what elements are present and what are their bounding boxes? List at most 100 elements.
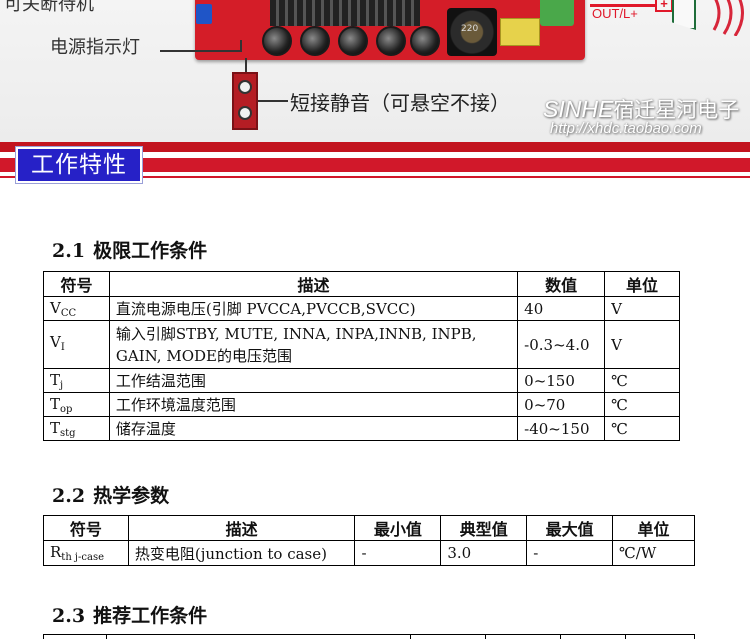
table-row: VI 输入引脚STBY, MUTE, INNA, INPA,INNB, INPB… bbox=[43, 320, 680, 369]
value-cell: -0.3~4.0 bbox=[517, 320, 606, 369]
output-terminal bbox=[540, 0, 574, 26]
unit-cell: ℃ bbox=[604, 392, 680, 417]
symbol-cell: Top bbox=[43, 392, 110, 417]
capacitor bbox=[300, 26, 330, 56]
column-header: 符号 bbox=[43, 515, 129, 541]
column-header: 典型值 bbox=[440, 515, 528, 541]
symbol: T bbox=[50, 394, 61, 413]
column-header: 单位 bbox=[604, 271, 680, 297]
section-heading: 2.2 热学参数 bbox=[52, 481, 169, 508]
value-cell: 0~150 bbox=[517, 368, 606, 393]
power-led-label: 电源指示灯 bbox=[50, 37, 140, 58]
symbol-subscript: th j-case bbox=[61, 552, 105, 563]
description-cell: 工作环境温度范围 bbox=[108, 392, 519, 417]
brand-logo-text: SINHE bbox=[543, 96, 614, 122]
plus-sign: + bbox=[655, 0, 673, 12]
product-photo: 220 可关断待机 电源指示灯 短接静音（可悬空不接） OUT/L+ + SIN… bbox=[0, 0, 750, 142]
symbol: R bbox=[50, 543, 62, 561]
recommended-table-top bbox=[43, 634, 695, 639]
brand-url: http://xhdc.taobao.com bbox=[550, 120, 702, 137]
table-divider bbox=[410, 634, 411, 639]
blue-potentiometer bbox=[196, 4, 212, 24]
brand-name: 宿迁星河电子 bbox=[613, 98, 740, 122]
section-heading: 2.3 推荐工作条件 bbox=[52, 601, 207, 628]
column-header: 描述 bbox=[108, 271, 519, 297]
symbol: T bbox=[50, 418, 61, 437]
description-cell: 直流电源电压(引脚 PVCCA,PVCCB,SVCC) bbox=[108, 296, 519, 321]
thermal-table: 符号 描述 最小值 典型值 最大值 单位 Rth j-case 热变电阻(jun… bbox=[43, 515, 695, 566]
table-divider bbox=[106, 634, 107, 639]
unit-cell: V bbox=[604, 320, 680, 369]
min-cell: - bbox=[354, 540, 442, 566]
capacitor bbox=[410, 26, 440, 56]
table-row: VCC 直流电源电压(引脚 PVCCA,PVCCB,SVCC) 40 V bbox=[43, 296, 680, 321]
description-cell: 工作结温范围 bbox=[108, 368, 519, 393]
value-cell: 40 bbox=[517, 296, 606, 321]
symbol-subscript: op bbox=[60, 403, 73, 415]
column-header: 符号 bbox=[43, 271, 110, 297]
table-row: Tj 工作结温范围 0~150 ℃ bbox=[43, 368, 680, 393]
section-title: 极限工作条件 bbox=[93, 240, 208, 262]
absolute-max-table: 符号 描述 数值 单位 VCC 直流电源电压(引脚 PVCCA,PVCCB,SV… bbox=[43, 271, 680, 441]
max-cell: - bbox=[526, 540, 614, 566]
capacitor bbox=[376, 26, 406, 56]
table-divider bbox=[560, 634, 561, 639]
description-cell: 热变电阻(junction to case) bbox=[127, 540, 356, 566]
capacitor bbox=[262, 26, 292, 56]
table-divider bbox=[625, 634, 626, 639]
description-cell: 输入引脚STBY, MUTE, INNA, INPA,INNB, INPB, G… bbox=[108, 320, 519, 369]
column-header: 数值 bbox=[517, 271, 606, 297]
section-heading: 2.1 极限工作条件 bbox=[52, 236, 207, 263]
table-divider bbox=[485, 634, 486, 639]
jumper-pin bbox=[238, 106, 252, 120]
symbol: T bbox=[50, 370, 61, 389]
sound-waves-icon bbox=[712, 0, 744, 36]
column-header: 最大值 bbox=[526, 515, 614, 541]
value-cell: -40~150 bbox=[517, 416, 606, 441]
led-leader-line bbox=[160, 50, 240, 52]
value-cell: 0~70 bbox=[517, 392, 606, 417]
mute-jumper bbox=[232, 72, 258, 130]
description-cell: 储存温度 bbox=[108, 416, 519, 441]
unit-cell: ℃/W bbox=[612, 540, 695, 566]
speaker-icon bbox=[672, 0, 696, 30]
symbol-subscript: I bbox=[60, 341, 65, 353]
symbol-cell: VCC bbox=[43, 296, 110, 321]
symbol-subscript: CC bbox=[60, 307, 77, 319]
section-number: 2.3 bbox=[52, 605, 86, 627]
table-row: Rth j-case 热变电阻(junction to case) - 3.0 … bbox=[43, 540, 695, 566]
typ-cell: 3.0 bbox=[440, 540, 528, 566]
unit-cell: ℃ bbox=[604, 368, 680, 393]
inductor: 220 bbox=[447, 8, 497, 56]
output-label: OUT/L+ bbox=[592, 6, 638, 21]
yellow-capacitor bbox=[500, 18, 540, 46]
section-title: 热学参数 bbox=[93, 485, 170, 507]
table-row: Tstg 储存温度 -40~150 ℃ bbox=[43, 416, 680, 441]
led-leader-line bbox=[240, 40, 242, 52]
symbol-cell: VI bbox=[43, 320, 110, 369]
table-row: Top 工作环境温度范围 0~70 ℃ bbox=[43, 392, 680, 417]
unit-cell: ℃ bbox=[604, 416, 680, 441]
unit-cell: V bbox=[604, 296, 680, 321]
symbol-subscript: stg bbox=[60, 427, 76, 439]
jumper-pin bbox=[238, 80, 252, 94]
mute-leader-line bbox=[258, 100, 288, 102]
table-header-row: 符号 描述 数值 单位 bbox=[43, 271, 680, 297]
symbol-subscript: j bbox=[60, 379, 64, 391]
symbol-cell: Tj bbox=[43, 368, 110, 393]
section-banner-title: 工作特性 bbox=[15, 146, 143, 184]
jumper-leader-line bbox=[245, 58, 247, 72]
capacitor bbox=[338, 26, 368, 56]
symbol-cell: Rth j-case bbox=[43, 540, 129, 566]
column-header: 单位 bbox=[612, 515, 695, 541]
inductor-marking: 220 bbox=[461, 24, 479, 34]
heatsink bbox=[270, 0, 420, 26]
column-header: 描述 bbox=[127, 515, 356, 541]
symbol: V bbox=[50, 332, 61, 351]
symbol-cell: Tstg bbox=[43, 416, 110, 441]
table-header-row: 符号 描述 最小值 典型值 最大值 单位 bbox=[43, 515, 695, 541]
mute-label: 短接静音（可悬空不接） bbox=[290, 91, 510, 115]
section-title: 推荐工作条件 bbox=[93, 605, 208, 627]
column-header: 最小值 bbox=[354, 515, 442, 541]
section-number: 2.2 bbox=[52, 485, 86, 507]
